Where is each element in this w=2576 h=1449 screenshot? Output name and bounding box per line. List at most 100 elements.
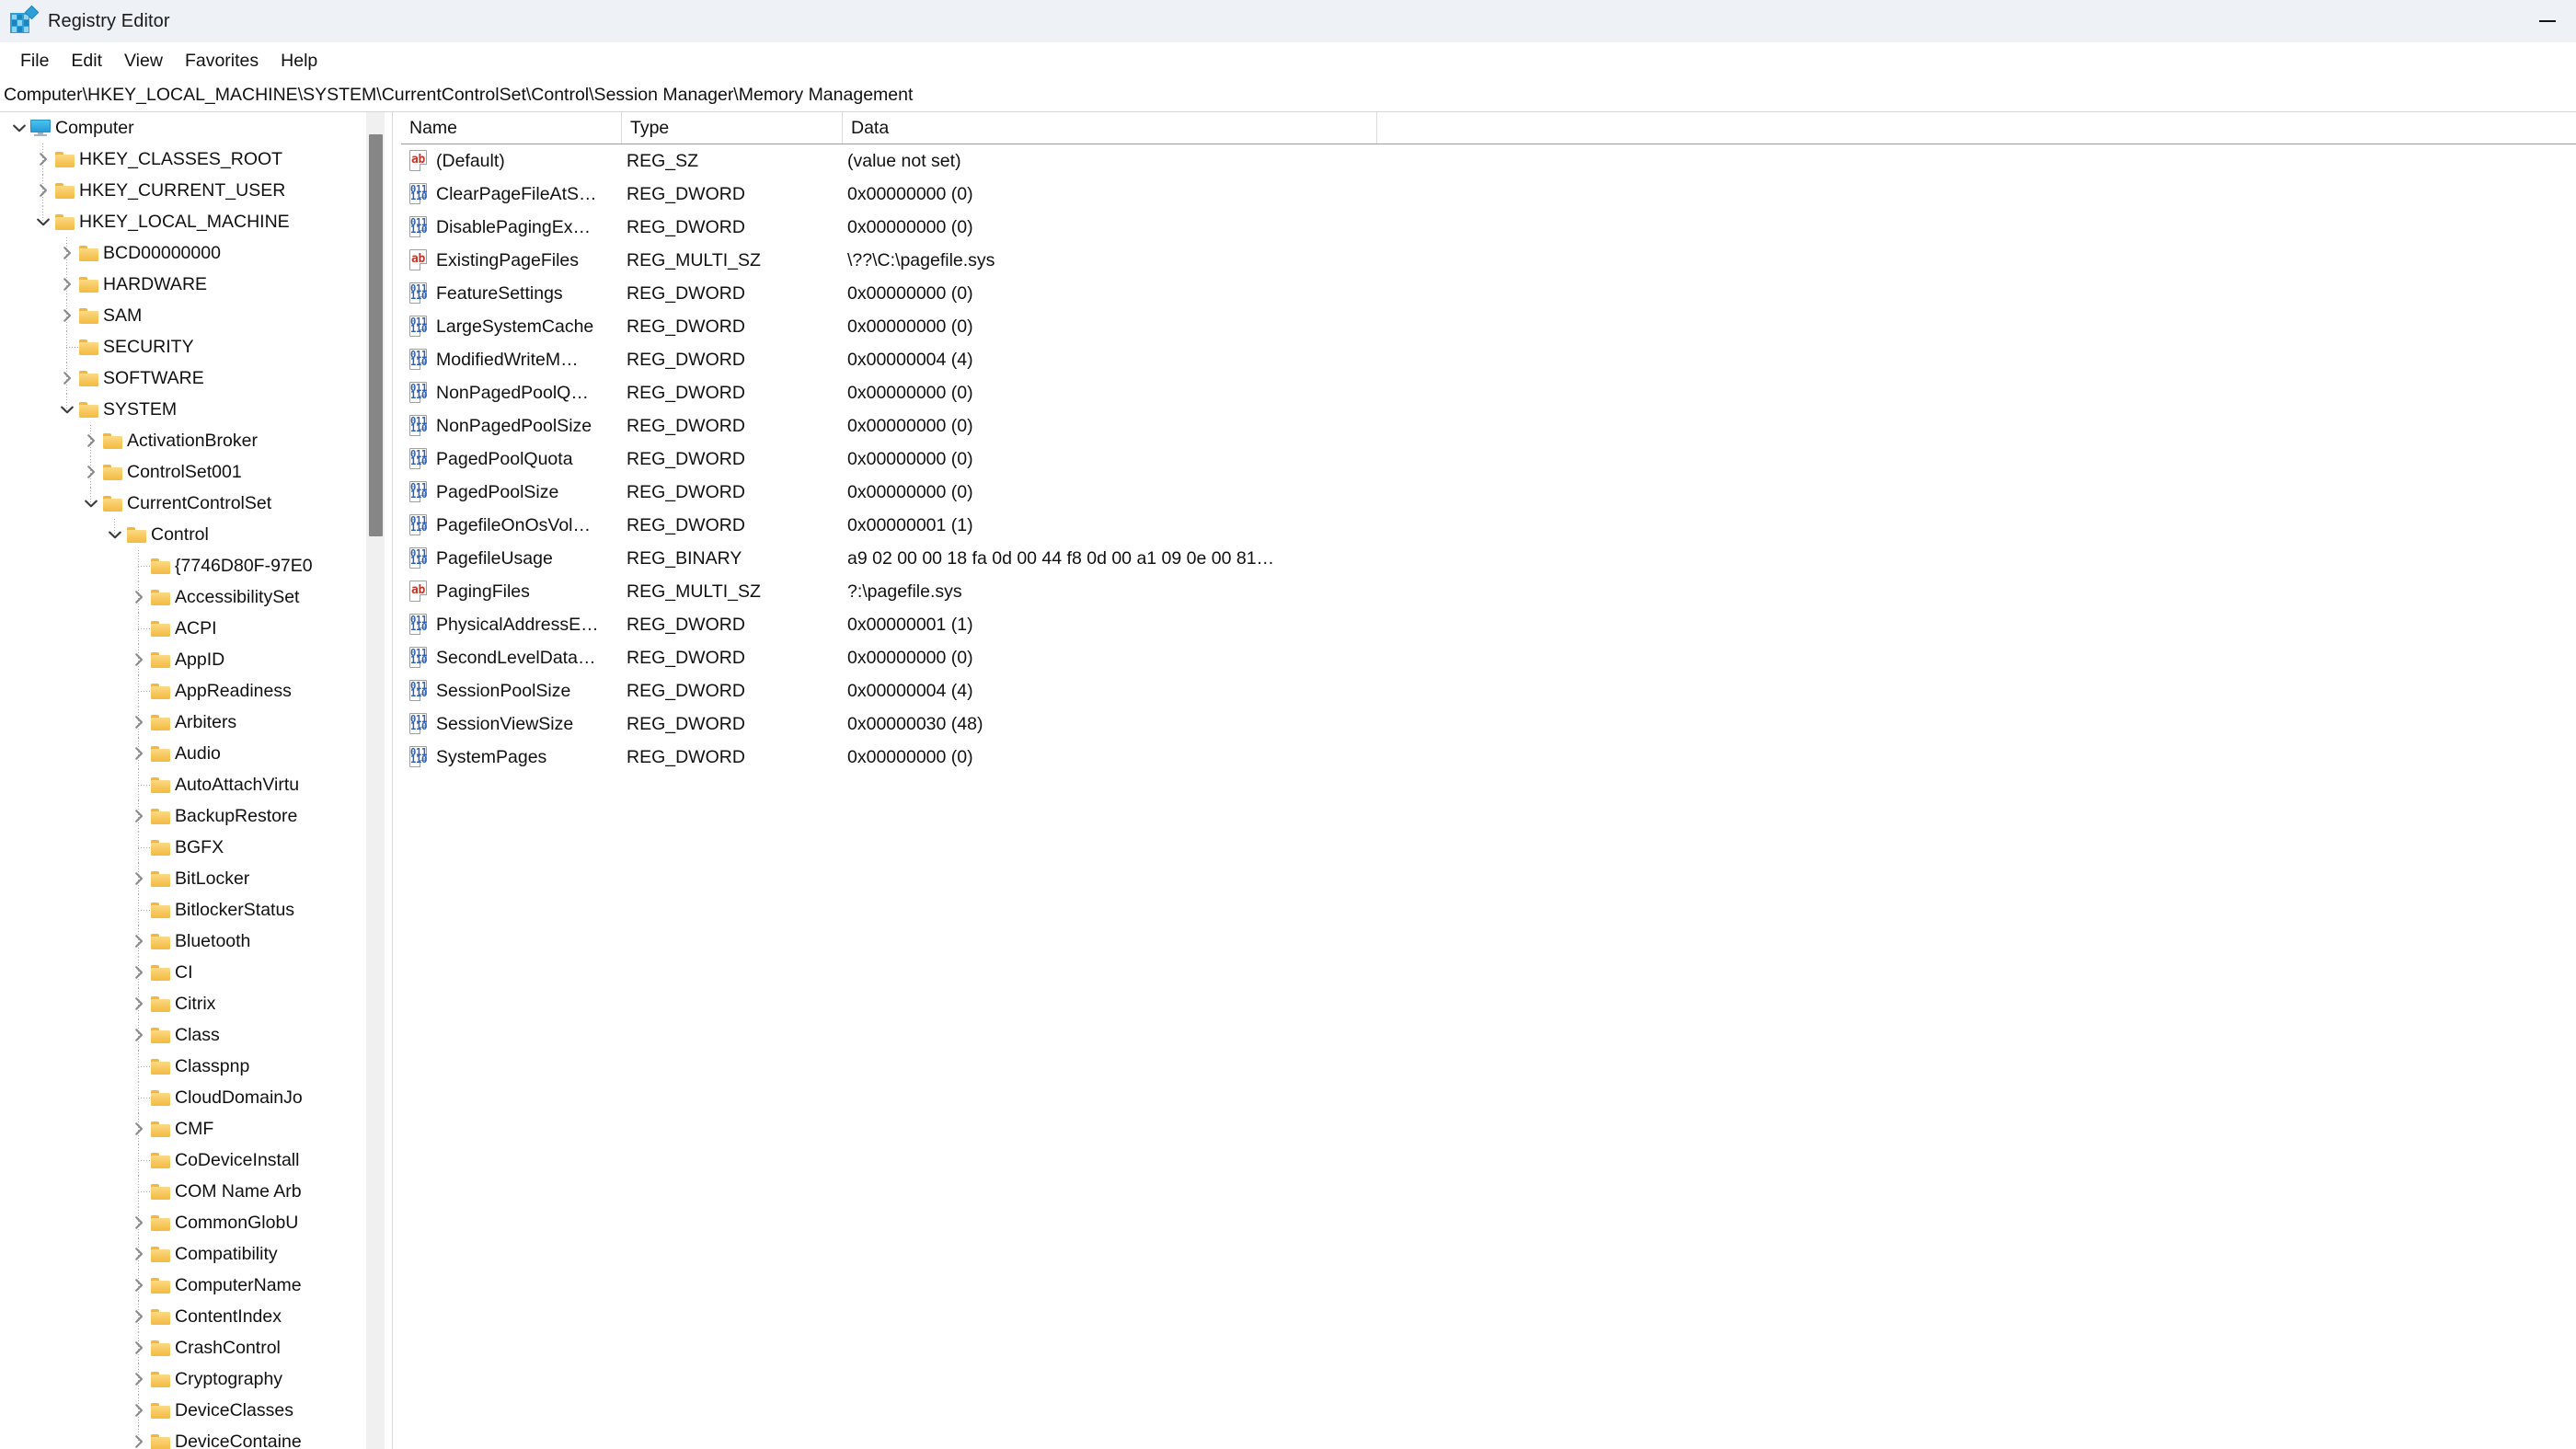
chevron-right-icon[interactable] (127, 800, 151, 832)
chevron-right-icon[interactable] (55, 237, 79, 269)
tree-item-bcd00000000[interactable]: BCD00000000 (0, 237, 385, 269)
chevron-right-icon[interactable] (127, 1426, 151, 1449)
chevron-right-icon[interactable] (127, 1332, 151, 1363)
tree-item-hkey-current-user[interactable]: HKEY_CURRENT_USER (0, 175, 385, 206)
tree-item-sam[interactable]: SAM (0, 300, 385, 331)
chevron-right-icon[interactable] (127, 1363, 151, 1395)
chevron-right-icon[interactable] (127, 926, 151, 957)
tree-item-accessibilityset[interactable]: AccessibilitySet (0, 581, 385, 613)
tree-item-bluetooth[interactable]: Bluetooth (0, 926, 385, 957)
tree-item-software[interactable]: SOFTWARE (0, 362, 385, 394)
tree-item-hkey-local-machine[interactable]: HKEY_LOCAL_MACHINE (0, 206, 385, 237)
tree-item-control[interactable]: Control (0, 519, 385, 550)
chevron-right-icon[interactable] (55, 269, 79, 300)
chevron-right-icon[interactable] (127, 1301, 151, 1332)
tree-item-class[interactable]: Class (0, 1019, 385, 1051)
tree-item-computer[interactable]: Computer (0, 112, 385, 144)
chevron-right-icon[interactable] (127, 738, 151, 769)
tree-item-controlset001[interactable]: ControlSet001 (0, 456, 385, 488)
tree-item-devicecontaine[interactable]: DeviceContaine (0, 1426, 385, 1449)
registry-value-row[interactable]: 011 110 LargeSystemCache REG_DWORD 0x0000000… (401, 310, 2576, 343)
tree-item-currentcontrolset[interactable]: CurrentControlSet (0, 488, 385, 519)
column-header-type[interactable]: Type (622, 112, 843, 144)
registry-value-row[interactable]: 011 110 SecondLevelData… REG_DWORD 0x0000000… (401, 641, 2576, 674)
menu-item-view[interactable]: View (113, 47, 174, 75)
column-header-data[interactable]: Data (843, 112, 1377, 144)
chevron-right-icon[interactable] (127, 1270, 151, 1301)
menu-item-edit[interactable]: Edit (60, 47, 113, 75)
menu-item-help[interactable]: Help (270, 47, 328, 75)
tree-item-commonglobu[interactable]: CommonGlobU (0, 1207, 385, 1238)
chevron-right-icon[interactable] (55, 362, 79, 394)
tree-item-contentindex[interactable]: ContentIndex (0, 1301, 385, 1332)
chevron-right-icon[interactable] (127, 1207, 151, 1238)
tree-item-activationbroker[interactable]: ActivationBroker (0, 425, 385, 456)
tree-scrollbar-thumb[interactable] (369, 134, 383, 536)
chevron-right-icon[interactable] (127, 1238, 151, 1270)
tree-item-computername[interactable]: ComputerName (0, 1270, 385, 1301)
tree-item-system[interactable]: SYSTEM (0, 394, 385, 425)
registry-value-row[interactable]: 011 110 SessionViewSize REG_DWORD 0x00000030… (401, 707, 2576, 741)
chevron-down-icon[interactable] (31, 206, 55, 237)
registry-value-row[interactable]: 011 110 NonPagedPoolSize REG_DWORD 0x0000000… (401, 409, 2576, 443)
registry-value-row[interactable]: 011 110 ModifiedWriteM… REG_DWORD 0x00000004… (401, 343, 2576, 376)
tree-item-bitlocker[interactable]: BitLocker (0, 863, 385, 894)
registry-value-row[interactable]: ab (Default) REG_SZ (value not set) (401, 144, 2576, 178)
tree-item-audio[interactable]: Audio (0, 738, 385, 769)
registry-value-row[interactable]: 011 110 ClearPageFileAtS… REG_DWORD 0x000000… (401, 178, 2576, 211)
tree-item-deviceclasses[interactable]: DeviceClasses (0, 1395, 385, 1426)
tree-item-ci[interactable]: CI (0, 957, 385, 988)
chevron-right-icon[interactable] (31, 144, 55, 175)
chevron-right-icon[interactable] (127, 707, 151, 738)
chevron-right-icon[interactable] (127, 1019, 151, 1051)
tree-vertical-scrollbar[interactable] (366, 112, 385, 1449)
registry-value-row[interactable]: ab ExistingPageFiles REG_MULTI_SZ \??\C:\pa… (401, 244, 2576, 277)
registry-value-row[interactable]: 011 110 PhysicalAddressE… REG_DWORD 0x000000… (401, 608, 2576, 641)
tree-item-bitlockerstatus[interactable]: BitlockerStatus (0, 894, 385, 926)
chevron-right-icon[interactable] (55, 300, 79, 331)
chevron-right-icon[interactable] (127, 863, 151, 894)
chevron-right-icon[interactable] (127, 957, 151, 988)
tree-item-security[interactable]: SECURITY (0, 331, 385, 362)
registry-value-row[interactable]: 011 110 DisablePagingEx… REG_DWORD 0x0000000… (401, 211, 2576, 244)
chevron-right-icon[interactable] (127, 1395, 151, 1426)
tree-item-cryptography[interactable]: Cryptography (0, 1363, 385, 1395)
tree-item-clouddomainjo[interactable]: CloudDomainJo (0, 1082, 385, 1113)
registry-value-row[interactable]: 011 110 PagedPoolSize REG_DWORD 0x00000000 (… (401, 476, 2576, 509)
tree-item-acpi[interactable]: ACPI (0, 613, 385, 644)
registry-value-row[interactable]: 011 110 PagedPoolQuota REG_DWORD 0x00000000 … (401, 443, 2576, 476)
tree-item-bgfx[interactable]: BGFX (0, 832, 385, 863)
tree-item-7746d80f-97e0[interactable]: {7746D80F-97E0 (0, 550, 385, 581)
chevron-down-icon[interactable] (55, 394, 79, 425)
tree-item-arbiters[interactable]: Arbiters (0, 707, 385, 738)
registry-value-row[interactable]: 011 110 SystemPages REG_DWORD 0x00000000 (0) (401, 741, 2576, 774)
tree-item-compatibility[interactable]: Compatibility (0, 1238, 385, 1270)
chevron-down-icon[interactable] (7, 112, 31, 144)
registry-value-row[interactable]: 011 110 PagefileUsage REG_BINARY a9 02 00 00… (401, 542, 2576, 575)
column-header-name[interactable]: Name (401, 112, 622, 144)
chevron-down-icon[interactable] (103, 519, 127, 550)
chevron-right-icon[interactable] (127, 988, 151, 1019)
chevron-right-icon[interactable] (127, 644, 151, 675)
registry-value-row[interactable]: 011 110 FeatureSettings REG_DWORD 0x00000000… (401, 277, 2576, 310)
tree-item-crashcontrol[interactable]: CrashControl (0, 1332, 385, 1363)
address-bar[interactable]: Computer\HKEY_LOCAL_MACHINE\SYSTEM\Curre… (0, 79, 2576, 112)
registry-value-row[interactable]: ab PagingFiles REG_MULTI_SZ ?:\pagefile.sys (401, 575, 2576, 608)
tree-item-backuprestore[interactable]: BackupRestore (0, 800, 385, 832)
tree-item-appid[interactable]: AppID (0, 644, 385, 675)
minimize-button[interactable] (2519, 0, 2576, 42)
registry-value-row[interactable]: 011 110 NonPagedPoolQ… REG_DWORD 0x00000000 … (401, 376, 2576, 409)
tree-item-hardware[interactable]: HARDWARE (0, 269, 385, 300)
tree-item-classpnp[interactable]: Classpnp (0, 1051, 385, 1082)
chevron-down-icon[interactable] (79, 488, 103, 519)
tree-item-cmf[interactable]: CMF (0, 1113, 385, 1144)
tree-item-com-name-arb[interactable]: COM Name Arb (0, 1176, 385, 1207)
tree-item-citrix[interactable]: Citrix (0, 988, 385, 1019)
tree-item-appreadiness[interactable]: AppReadiness (0, 675, 385, 707)
menu-item-file[interactable]: File (9, 47, 60, 75)
tree-item-autoattachvirtu[interactable]: AutoAttachVirtu (0, 769, 385, 800)
menu-item-favorites[interactable]: Favorites (174, 47, 270, 75)
chevron-right-icon[interactable] (79, 425, 103, 456)
chevron-right-icon[interactable] (127, 581, 151, 613)
registry-value-row[interactable]: 011 110 SessionPoolSize REG_DWORD 0x00000004… (401, 674, 2576, 707)
